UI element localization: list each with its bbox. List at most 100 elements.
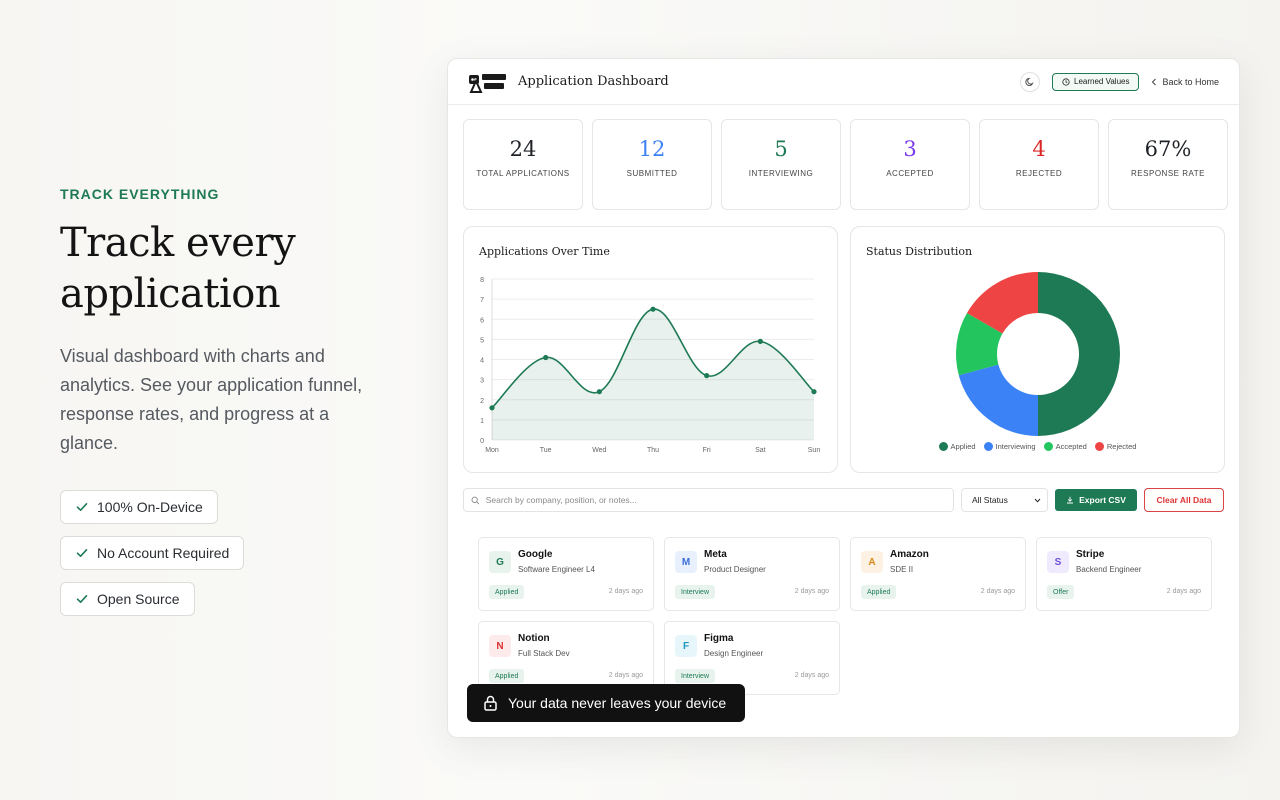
header-actions: Learned Values Back to Home [1020, 71, 1219, 92]
status-badge: Applied [861, 585, 897, 599]
back-to-home-link[interactable]: Back to Home [1151, 77, 1219, 87]
x-tick-label: Thu [647, 447, 659, 454]
legend-label: Accepted [1055, 442, 1087, 451]
y-tick-label: 6 [480, 317, 484, 324]
application-card[interactable]: M Meta Product Designer Interview 2 days ago [664, 537, 840, 611]
company-avatar: G [489, 551, 511, 573]
status-filter-select[interactable]: All Status [961, 488, 1048, 512]
legend-label: Applied [950, 442, 976, 451]
application-card[interactable]: G Google Software Engineer L4 Applied 2 days… [478, 537, 654, 611]
learned-values-button[interactable]: Learned Values [1052, 72, 1140, 91]
donut-chart [956, 272, 1120, 436]
applications-toolbar: All Status Export CSV Clear All Data [463, 488, 1225, 512]
stat-value: 67% [1144, 137, 1192, 161]
headline-line-1: Track every [60, 220, 296, 266]
x-tick-label: Tue [540, 447, 552, 454]
feature-label: No Account Required [97, 545, 230, 561]
stat-card-total: 24 TOTAL APPLICATIONS [463, 119, 583, 210]
company-avatar: N [489, 635, 511, 657]
search-input[interactable] [485, 495, 946, 505]
legend-item[interactable]: Applied [938, 442, 976, 451]
y-tick-label: 5 [480, 337, 484, 344]
stat-label: INTERVIEWING [748, 169, 814, 178]
stat-card-response-rate: 67% RESPONSE RATE [1108, 119, 1228, 210]
dashboard-window: Application Dashboard Learned Values Bac… [447, 58, 1240, 738]
offlyn-apply-logo [469, 73, 506, 93]
data-point [811, 389, 817, 395]
stat-value: 5 [774, 137, 788, 161]
feature-list: 100% On-Device No Account Required Open … [60, 490, 380, 616]
check-icon [76, 503, 88, 511]
stat-card-interviewing: 5 INTERVIEWING [721, 119, 841, 210]
timestamp: 2 days ago [980, 588, 1015, 595]
clear-all-data-button[interactable]: Clear All Data [1144, 488, 1224, 512]
donut-slice-interviewing[interactable] [958, 364, 1038, 436]
lock-icon [484, 695, 497, 711]
status-badge: Applied [489, 669, 525, 683]
timestamp: 2 days ago [608, 588, 643, 595]
stat-value: 12 [638, 137, 666, 161]
chart-legend: Applied Interviewing Accepted Rejected [851, 442, 1224, 451]
legend-label: Rejected [1106, 442, 1137, 451]
feature-pill: 100% On-Device [60, 490, 218, 524]
dashboard-title: Application Dashboard [518, 74, 669, 89]
back-label: Back to Home [1162, 76, 1219, 87]
data-point [543, 354, 549, 361]
search-icon [471, 496, 480, 504]
x-tick-label: Wed [592, 447, 606, 454]
legend-item[interactable]: Accepted [1043, 442, 1087, 451]
applications-over-time-card: Applications Over Time 0 1 2 3 4 5 6 7 8 Mon Tue We… [463, 226, 838, 473]
y-tick-label: 7 [480, 297, 484, 304]
company-name: Stripe [1076, 549, 1105, 560]
application-card[interactable]: A Amazon SDE II Applied 2 days ago [850, 537, 1026, 611]
export-csv-button[interactable]: Export CSV [1055, 489, 1137, 511]
feature-label: 100% On-Device [97, 499, 203, 515]
line-chart: 0 1 2 3 4 5 6 7 8 Mon Tue Wed Thu Fri Sat Sun [480, 277, 821, 454]
status-badge: Interview [675, 669, 716, 683]
legend-item[interactable]: Interviewing [983, 442, 1036, 451]
company-name: Notion [518, 633, 550, 644]
headline-line-2: application [60, 271, 281, 317]
position-title: Design Engineer [704, 649, 764, 658]
x-tick-label: Sat [755, 447, 766, 454]
x-tick-label: Mon [485, 447, 499, 454]
status-badge: Applied [489, 585, 525, 599]
position-title: Software Engineer L4 [518, 565, 595, 574]
theme-toggle-button[interactable] [1020, 71, 1041, 92]
stat-card-accepted: 3 ACCEPTED [850, 119, 970, 210]
feature-label: Open Source [97, 591, 180, 607]
stat-card-submitted: 12 SUBMITTED [592, 119, 712, 210]
company-avatar: M [675, 551, 697, 573]
x-tick-label: Fri [703, 447, 712, 454]
chevron-down-icon [1034, 498, 1041, 503]
stat-label: RESPONSE RATE [1131, 169, 1205, 178]
company-name: Amazon [890, 549, 929, 560]
y-tick-label: 1 [480, 418, 484, 425]
data-point [704, 373, 710, 379]
check-icon [76, 549, 88, 557]
legend-swatch [938, 442, 948, 451]
timestamp: 2 days ago [794, 588, 829, 595]
application-card[interactable]: S Stripe Backend Engineer Offer 2 days ago [1036, 537, 1212, 611]
x-tick-label: Sun [808, 447, 821, 454]
stat-value: 4 [1032, 137, 1046, 161]
stat-card-rejected: 4 REJECTED [979, 119, 1099, 210]
company-avatar: S [1047, 551, 1069, 573]
stat-label: ACCEPTED [886, 169, 934, 178]
hero-section: TRACK EVERYTHING Track every application… [60, 186, 380, 616]
status-badge: Interview [675, 585, 716, 599]
search-box[interactable] [463, 488, 954, 512]
data-point [650, 306, 656, 312]
legend-item[interactable]: Rejected [1094, 442, 1137, 451]
y-tick-label: 0 [480, 438, 484, 445]
stat-label: TOTAL APPLICATIONS [476, 169, 570, 178]
donut-slice-applied[interactable] [1038, 272, 1120, 436]
moon-icon [1025, 77, 1034, 86]
toast-message: Your data never leaves your device [508, 695, 727, 711]
status-badge: Offer [1047, 585, 1075, 599]
feature-pill: Open Source [60, 582, 195, 616]
data-point [489, 405, 495, 411]
line-area [492, 309, 814, 440]
clock-icon [1062, 77, 1070, 86]
feature-pill: No Account Required [60, 536, 245, 570]
